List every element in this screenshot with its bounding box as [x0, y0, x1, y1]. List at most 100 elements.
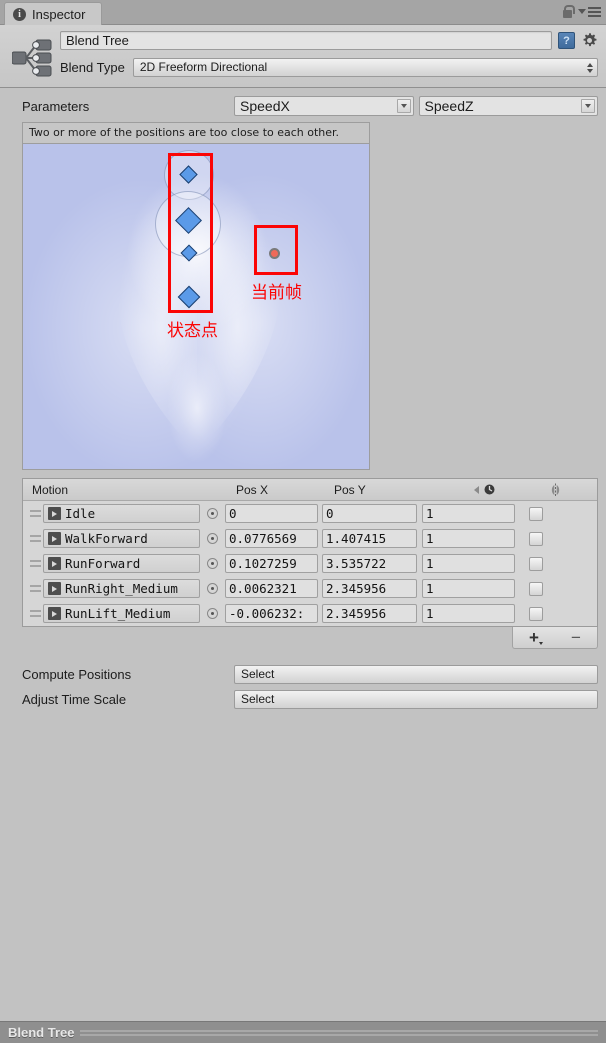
annotation-label-state-points: 状态点: [167, 321, 218, 341]
animation-clip-icon: [48, 507, 61, 520]
asset-name-row: Blend Tree ?: [60, 31, 598, 50]
drag-handle[interactable]: [27, 560, 43, 567]
adjust-time-scale-label: Adjust Time Scale: [22, 691, 127, 707]
hamburger-lines: [588, 6, 601, 17]
mirror-cell: [515, 556, 557, 571]
param-x-dropdown[interactable]: SpeedX: [234, 96, 414, 116]
table-row[interactable]: RunLift_Medium -0.006232: 2.345956 1: [23, 601, 597, 626]
mirror-cell: [515, 506, 557, 521]
remove-motion-button[interactable]: −: [571, 629, 581, 646]
speed-field[interactable]: 1: [422, 579, 515, 598]
adjust-time-scale-value: Select: [241, 692, 275, 706]
motion-name: WalkForward: [65, 531, 148, 546]
mirror-checkbox[interactable]: [529, 606, 543, 621]
tab-inspector[interactable]: i Inspector: [4, 2, 103, 25]
speed-field[interactable]: 1: [422, 554, 515, 573]
lock-icon[interactable]: [562, 5, 575, 18]
motion-table-header: Motion Pos X Pos Y: [23, 479, 597, 501]
object-picker-icon[interactable]: [200, 533, 224, 544]
table-row[interactable]: WalkForward 0.0776569 1.407415 1: [23, 526, 597, 551]
object-picker-icon[interactable]: [200, 608, 224, 619]
mirror-checkbox[interactable]: [529, 556, 543, 571]
pos-y-field[interactable]: 2.345956: [322, 604, 417, 623]
compute-positions-label: Compute Positions: [22, 666, 132, 682]
drag-handle[interactable]: [27, 535, 43, 542]
column-header-pos-y: Pos Y: [334, 482, 366, 497]
add-motion-button[interactable]: +: [529, 629, 543, 646]
pos-x-field[interactable]: 0.1027259: [225, 554, 318, 573]
gear-icon[interactable]: [581, 32, 598, 49]
object-picker-icon[interactable]: [200, 583, 224, 594]
speed-field[interactable]: 1: [422, 604, 515, 623]
mirror-cell: [515, 531, 557, 546]
table-row[interactable]: RunRight_Medium 0.0062321 2.345956 1: [23, 576, 597, 601]
tab-bar-actions: [562, 5, 601, 18]
motion-table: Motion Pos X Pos Y Idle 0 0 1 WalkForwar…: [22, 478, 598, 627]
info-icon: i: [13, 7, 26, 21]
chevron-down-icon: [396, 99, 411, 113]
mirror-icon: [551, 483, 559, 496]
tab-bar: i Inspector: [0, 0, 606, 25]
speed-field[interactable]: 1: [422, 529, 515, 548]
param-x-value: SpeedX: [240, 98, 290, 114]
pos-x-field[interactable]: 0.0776569: [225, 529, 318, 548]
asset-name-field[interactable]: Blend Tree: [60, 31, 552, 50]
compute-positions-dropdown[interactable]: Select: [234, 664, 598, 684]
chevron-down-icon: [581, 99, 595, 113]
compute-positions-value: Select: [241, 667, 275, 681]
motion-clip-field[interactable]: Idle: [43, 504, 200, 523]
object-picker-icon[interactable]: [200, 558, 224, 569]
chevron-left-icon: [473, 485, 479, 494]
mirror-cell: [515, 606, 557, 621]
table-row[interactable]: Idle 0 0 1: [23, 501, 597, 526]
motion-clip-field[interactable]: WalkForward: [43, 529, 200, 548]
mirror-checkbox[interactable]: [529, 506, 543, 521]
pos-x-field[interactable]: 0: [225, 504, 318, 523]
annotation-box-state-points: [168, 153, 213, 313]
pos-x-field[interactable]: -0.006232:: [225, 604, 318, 623]
parameters-row: Parameters SpeedX SpeedZ: [0, 88, 606, 118]
pos-y-field[interactable]: 2.345956: [322, 579, 417, 598]
pos-y-field[interactable]: 3.535722: [322, 554, 417, 573]
add-remove-group: + −: [512, 627, 598, 649]
param-y-value: SpeedZ: [424, 98, 474, 114]
animation-clip-icon: [48, 607, 61, 620]
blend-type-value: 2D Freeform Directional: [139, 60, 268, 74]
parameters-label: Parameters: [22, 98, 90, 114]
blend-type-label: Blend Type: [60, 60, 125, 75]
pos-y-field[interactable]: 1.407415: [322, 529, 417, 548]
object-picker-icon[interactable]: [200, 508, 224, 519]
pos-y-field[interactable]: 0: [322, 504, 417, 523]
blend-field-preview[interactable]: Two or more of the positions are too clo…: [22, 122, 370, 470]
speed-field[interactable]: 1: [422, 504, 515, 523]
mirror-checkbox[interactable]: [529, 581, 543, 596]
motion-clip-field[interactable]: RunRight_Medium: [43, 579, 200, 598]
drag-handle[interactable]: [27, 610, 43, 617]
motion-table-body: Idle 0 0 1 WalkForward 0.0776569 1.40741…: [23, 501, 597, 626]
pos-x-field[interactable]: 0.0062321: [225, 579, 318, 598]
speed-clock-icon: [484, 484, 494, 495]
context-menu-icon[interactable]: [578, 6, 601, 17]
mirror-checkbox[interactable]: [529, 531, 543, 546]
param-y-dropdown[interactable]: SpeedZ: [418, 96, 598, 116]
motion-table-footer: + −: [22, 627, 598, 651]
annotation-box-current-frame: [254, 225, 298, 275]
annotation-label-current-frame: 当前帧: [251, 283, 302, 303]
adjust-time-scale-dropdown[interactable]: Select: [234, 689, 598, 709]
compute-positions-row: Compute Positions Select: [22, 663, 598, 685]
blend-type-dropdown[interactable]: 2D Freeform Directional: [132, 58, 598, 77]
help-book-icon[interactable]: ?: [558, 32, 575, 49]
blend-tree-icon: [11, 39, 52, 77]
column-header-motion: Motion: [32, 482, 69, 497]
chevron-down-icon: [578, 9, 586, 14]
motion-clip-field[interactable]: RunLift_Medium: [43, 604, 200, 623]
animation-clip-icon: [48, 557, 61, 570]
motion-name: Idle: [65, 506, 96, 521]
adjust-time-scale-row: Adjust Time Scale Select: [22, 688, 598, 710]
table-row[interactable]: RunForward 0.1027259 3.535722 1: [23, 551, 597, 576]
drag-handle[interactable]: [27, 510, 43, 517]
motion-clip-field[interactable]: RunForward: [43, 554, 200, 573]
drag-handle[interactable]: [27, 585, 43, 592]
column-header-mirror: [534, 483, 576, 497]
animation-clip-icon: [48, 532, 61, 545]
